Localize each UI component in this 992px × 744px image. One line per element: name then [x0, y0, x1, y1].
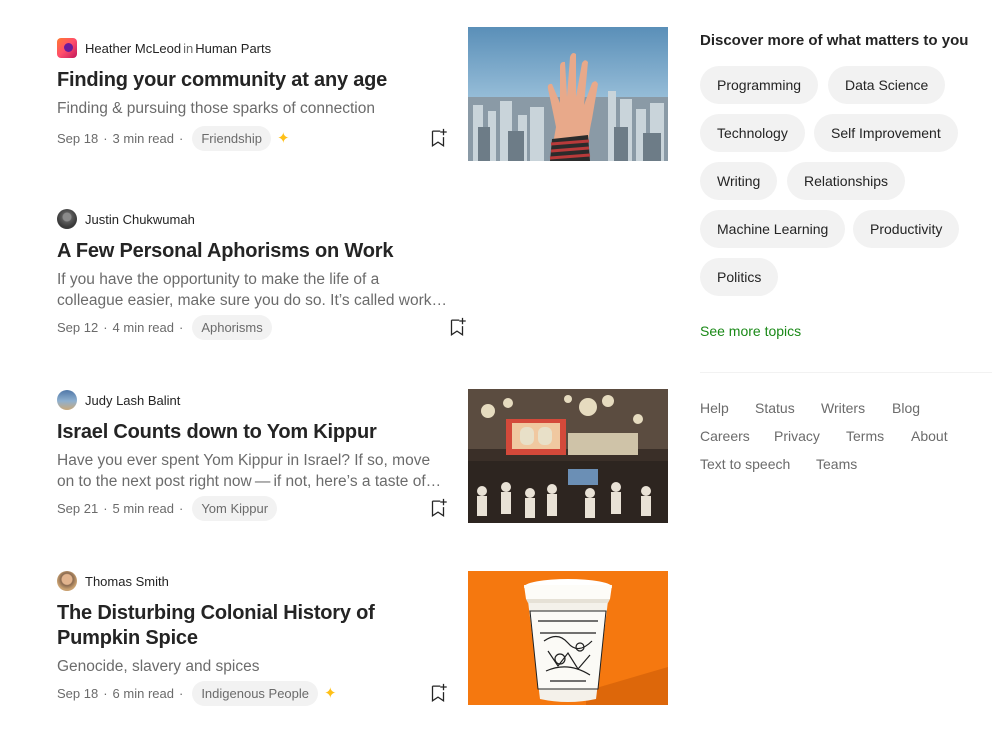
- topic-chip[interactable]: Self Improvement: [814, 114, 958, 152]
- separator-dot: ·: [178, 319, 184, 335]
- read-time: 6 min read: [112, 685, 174, 701]
- topic-tag[interactable]: Yom Kippur: [192, 495, 278, 521]
- topic-chip[interactable]: Writing: [700, 162, 778, 200]
- article-subtitle[interactable]: Finding & pursuing those sparks of conne…: [57, 98, 449, 119]
- article-footer: Sep 12 · 4 min read · Aphorisms: [57, 314, 466, 340]
- topic-tag[interactable]: Friendship: [192, 125, 272, 151]
- in-word: in: [183, 40, 194, 56]
- separator-dot: ·: [103, 319, 108, 335]
- see-more-topics-link[interactable]: See more topics: [700, 323, 801, 339]
- sidebar-title: Discover more of what matters to you: [700, 32, 969, 49]
- sparkle-icon: ✦: [277, 130, 290, 147]
- topic-chip[interactable]: Technology: [700, 114, 805, 152]
- article-card[interactable]: Thomas Smith The Disturbing Colonial His…: [57, 571, 668, 706]
- article-thumbnail[interactable]: [468, 27, 668, 161]
- footer-link-about[interactable]: About: [911, 428, 948, 444]
- read-time: 3 min read: [112, 130, 174, 146]
- article-byline: Justin Chukwumah: [57, 209, 668, 229]
- article-title[interactable]: Finding your community at any age: [57, 68, 447, 93]
- topic-chip[interactable]: Programming: [700, 66, 819, 104]
- article-date: Sep 18: [57, 130, 99, 146]
- footer-link-teams[interactable]: Teams: [816, 456, 857, 472]
- article-thumbnail[interactable]: [468, 389, 668, 523]
- author-avatar[interactable]: [57, 390, 77, 410]
- article-card[interactable]: Heather McLeod in Human Parts Finding yo…: [57, 27, 668, 168]
- topic-chip[interactable]: Relationships: [787, 162, 906, 200]
- footer-link-text-to-speech[interactable]: Text to speech: [700, 456, 790, 472]
- article-title[interactable]: The Disturbing Colonial History of Pumpk…: [57, 601, 447, 651]
- separator-dot: ·: [103, 130, 108, 146]
- article-footer: Sep 21 · 5 min read · Yom Kippur: [57, 495, 449, 521]
- article-date: Sep 18: [57, 685, 99, 701]
- author-avatar[interactable]: [57, 209, 77, 229]
- article-card[interactable]: Judy Lash Balint Israel Counts down to Y…: [57, 389, 668, 524]
- author-name[interactable]: Judy Lash Balint: [85, 393, 180, 408]
- sparkle-icon: ✦: [324, 685, 337, 702]
- separator-dot: ·: [103, 500, 108, 516]
- bookmark-add-icon[interactable]: [427, 497, 449, 519]
- article-footer: Sep 18 · 3 min read · Friendship ✦: [57, 125, 449, 151]
- separator-dot: ·: [178, 500, 184, 516]
- sidebar-divider: [700, 372, 992, 373]
- footer-link-terms[interactable]: Terms: [846, 428, 884, 444]
- footer-link-careers[interactable]: Careers: [700, 428, 750, 444]
- bookmark-add-icon[interactable]: [427, 127, 449, 149]
- read-time: 4 min read: [112, 319, 174, 335]
- article-card[interactable]: Justin Chukwumah A Few Personal Aphorism…: [57, 209, 668, 349]
- read-time: 5 min read: [112, 500, 174, 516]
- article-footer: Sep 18 · 6 min read · Indigenous People …: [57, 680, 449, 706]
- separator-dot: ·: [103, 685, 108, 701]
- footer-link-blog[interactable]: Blog: [892, 400, 920, 416]
- author-avatar[interactable]: [57, 571, 77, 591]
- article-date: Sep 21: [57, 500, 99, 516]
- publication-avatar[interactable]: [57, 38, 77, 58]
- footer-link-status[interactable]: Status: [755, 400, 795, 416]
- topic-tag[interactable]: Indigenous People: [192, 680, 319, 706]
- footer-link-privacy[interactable]: Privacy: [774, 428, 820, 444]
- article-subtitle[interactable]: Genocide, slavery and spices: [57, 656, 449, 677]
- article-thumbnail[interactable]: [468, 571, 668, 705]
- article-subtitle[interactable]: If you have the opportunity to make the …: [57, 269, 449, 311]
- topic-chip[interactable]: Productivity: [853, 210, 960, 248]
- topic-tag[interactable]: Aphorisms: [192, 314, 272, 340]
- bookmark-add-icon[interactable]: [427, 682, 449, 704]
- separator-dot: ·: [178, 130, 184, 146]
- topic-chip[interactable]: Data Science: [828, 66, 946, 104]
- article-subtitle[interactable]: Have you ever spent Yom Kippur in Israel…: [57, 450, 449, 492]
- topic-chip[interactable]: Politics: [700, 258, 779, 296]
- bookmark-add-icon[interactable]: [446, 316, 468, 338]
- article-title[interactable]: Israel Counts down to Yom Kippur: [57, 420, 447, 445]
- author-name[interactable]: Thomas Smith: [85, 574, 169, 589]
- footer-link-help[interactable]: Help: [700, 400, 729, 416]
- topic-chip[interactable]: Machine Learning: [700, 210, 846, 248]
- article-title[interactable]: A Few Personal Aphorisms on Work: [57, 239, 447, 264]
- separator-dot: ·: [178, 685, 184, 701]
- publication-name[interactable]: Human Parts: [195, 41, 271, 56]
- article-date: Sep 12: [57, 319, 99, 335]
- footer-link-writers[interactable]: Writers: [821, 400, 865, 416]
- author-name[interactable]: Heather McLeod: [85, 41, 181, 56]
- author-name[interactable]: Justin Chukwumah: [85, 212, 195, 227]
